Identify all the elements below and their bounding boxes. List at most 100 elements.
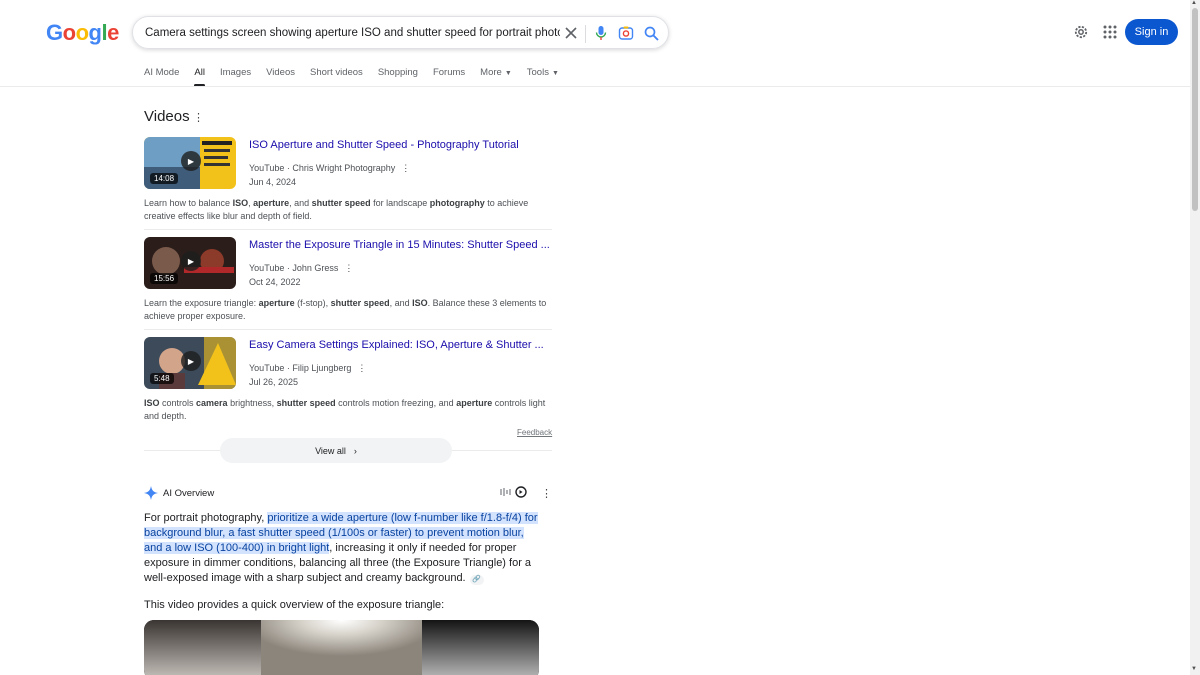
tab-label: AI Mode	[144, 67, 180, 78]
microphone-icon[interactable]	[592, 24, 610, 42]
link-icon[interactable]: 🔗	[469, 575, 484, 585]
video-result: ▶ 14:08 ISO Aperture and Shutter Speed -…	[144, 137, 552, 227]
tab-label: All	[194, 67, 205, 78]
tab-ai-mode[interactable]: AI Mode	[144, 67, 179, 86]
tab-label: Forums	[432, 67, 466, 78]
desc-text: brightness,	[227, 398, 277, 408]
caret-down-icon: ▼	[504, 70, 512, 77]
video-date: Oct 24, 2022	[249, 277, 301, 287]
scrollbar-thumb[interactable]	[1192, 8, 1198, 211]
view-all-label: View all	[315, 445, 346, 456]
more-options-icon[interactable]: ⋮	[541, 487, 552, 500]
more-options-icon[interactable]: ⋮	[357, 363, 366, 374]
ai-text-part: For portrait photography,	[144, 512, 268, 524]
video-title-link[interactable]: Master the Exposure Triangle in 15 Minut…	[249, 239, 550, 251]
video-description: Learn the exposure triangle: aperture (f…	[144, 297, 554, 323]
tab-more[interactable]: More ▼	[480, 67, 512, 86]
listen-icon[interactable]	[500, 486, 528, 500]
ai-overview-label: AI Overview	[163, 488, 215, 499]
play-icon: ▶	[181, 151, 201, 171]
logo-letter: o	[62, 20, 76, 45]
video-frame	[144, 620, 539, 675]
google-logo[interactable]: Google	[46, 20, 119, 46]
desc-bold: ISO	[232, 198, 249, 208]
desc-text: Learn how to balance	[144, 198, 233, 208]
view-all-button[interactable]: View all ›	[220, 438, 452, 463]
tab-all[interactable]: All	[194, 67, 205, 87]
logo-letter: g	[88, 20, 102, 45]
tab-label: Images	[219, 67, 252, 78]
desc-bold: camera	[196, 398, 228, 408]
desc-text: Learn the exposure triangle:	[144, 298, 259, 308]
tab-label: Short videos	[310, 67, 363, 78]
desc-bold: aperture	[258, 298, 295, 308]
desc-text: controls	[159, 398, 197, 408]
video-source-text: YouTube · Chris Wright Photography	[249, 163, 396, 173]
video-source: YouTube · John Gress ⋮	[249, 263, 353, 274]
desc-bold: shutter speed	[311, 198, 371, 208]
tab-forums[interactable]: Forums	[433, 67, 465, 86]
video-duration: 15:56	[150, 273, 179, 284]
tab-label: Videos	[266, 67, 295, 78]
header-divider	[0, 86, 1190, 87]
feedback-link[interactable]: Feedback	[517, 428, 552, 437]
tab-tools[interactable]: Tools ▼	[527, 67, 559, 86]
videos-section-title: Videos	[144, 108, 190, 125]
search-tabs: AI Mode All Images Videos Short videos S…	[144, 67, 574, 87]
tab-short-videos[interactable]: Short videos	[310, 67, 363, 86]
desc-bold: ISO	[144, 398, 160, 408]
play-icon: ▶	[181, 251, 201, 271]
gear-icon[interactable]	[1072, 19, 1090, 45]
video-thumbnail[interactable]: ▶ 15:56	[144, 237, 236, 289]
video-date: Jun 4, 2024	[249, 177, 297, 187]
desc-text: , and	[289, 198, 312, 208]
ai-sparkle-icon	[144, 486, 158, 505]
close-icon[interactable]	[562, 24, 580, 42]
video-thumbnail[interactable]: ▶ 14:08	[144, 137, 236, 189]
tab-shopping[interactable]: Shopping	[378, 67, 418, 86]
apps-grid-icon[interactable]	[1101, 19, 1119, 45]
desc-bold: aperture	[253, 198, 290, 208]
tab-label: More	[480, 67, 502, 78]
desc-text: controls motion freezing, and	[335, 398, 457, 408]
video-date: Jul 26, 2025	[249, 377, 299, 387]
search-input[interactable]	[145, 26, 560, 39]
more-options-icon[interactable]: ⋮	[344, 263, 353, 274]
desc-bold: aperture	[456, 398, 493, 408]
desc-text: , and	[389, 298, 413, 308]
caret-down-icon: ▼	[551, 70, 559, 77]
desc-bold: photography	[429, 198, 485, 208]
scroll-down-arrow-icon[interactable]: ▼	[1191, 666, 1197, 672]
more-options-icon[interactable]: ⋮	[193, 111, 204, 124]
ai-video-player[interactable]	[144, 620, 539, 675]
desc-bold: ISO	[412, 298, 428, 308]
video-title-link[interactable]: Easy Camera Settings Explained: ISO, Ape…	[249, 339, 544, 351]
video-result: ▶ 15:56 Master the Exposure Triangle in …	[144, 237, 552, 327]
logo-letter: e	[107, 20, 119, 45]
tab-label: Tools	[526, 67, 549, 78]
result-divider	[144, 229, 552, 230]
video-duration: 14:08	[150, 173, 179, 184]
video-thumbnail[interactable]: ▶ 5:48	[144, 337, 236, 389]
logo-letter: o	[75, 20, 89, 45]
video-description: Learn how to balance ISO, aperture, and …	[144, 197, 554, 223]
tab-videos[interactable]: Videos	[266, 67, 295, 86]
video-title-link[interactable]: ISO Aperture and Shutter Speed - Photogr…	[249, 139, 519, 151]
logo-letter: G	[46, 20, 63, 45]
tab-images[interactable]: Images	[220, 67, 251, 86]
desc-bold: shutter speed	[330, 298, 390, 308]
video-duration: 5:48	[150, 373, 174, 384]
camera-lens-icon[interactable]	[617, 24, 635, 42]
video-source: YouTube · Chris Wright Photography ⋮	[249, 163, 410, 174]
search-divider	[585, 25, 586, 43]
more-options-icon[interactable]: ⋮	[401, 163, 410, 174]
video-description: ISO controls camera brightness, shutter …	[144, 397, 554, 423]
tab-label: Shopping	[377, 67, 418, 78]
result-divider	[144, 329, 552, 330]
sign-in-button[interactable]: Sign in	[1125, 19, 1178, 45]
scroll-up-arrow-icon[interactable]: ▲	[1191, 0, 1197, 6]
search-icon[interactable]	[642, 24, 660, 42]
video-source-text: YouTube · Filip Ljungberg	[249, 363, 352, 373]
play-icon: ▶	[181, 351, 201, 371]
search-box	[132, 16, 669, 49]
